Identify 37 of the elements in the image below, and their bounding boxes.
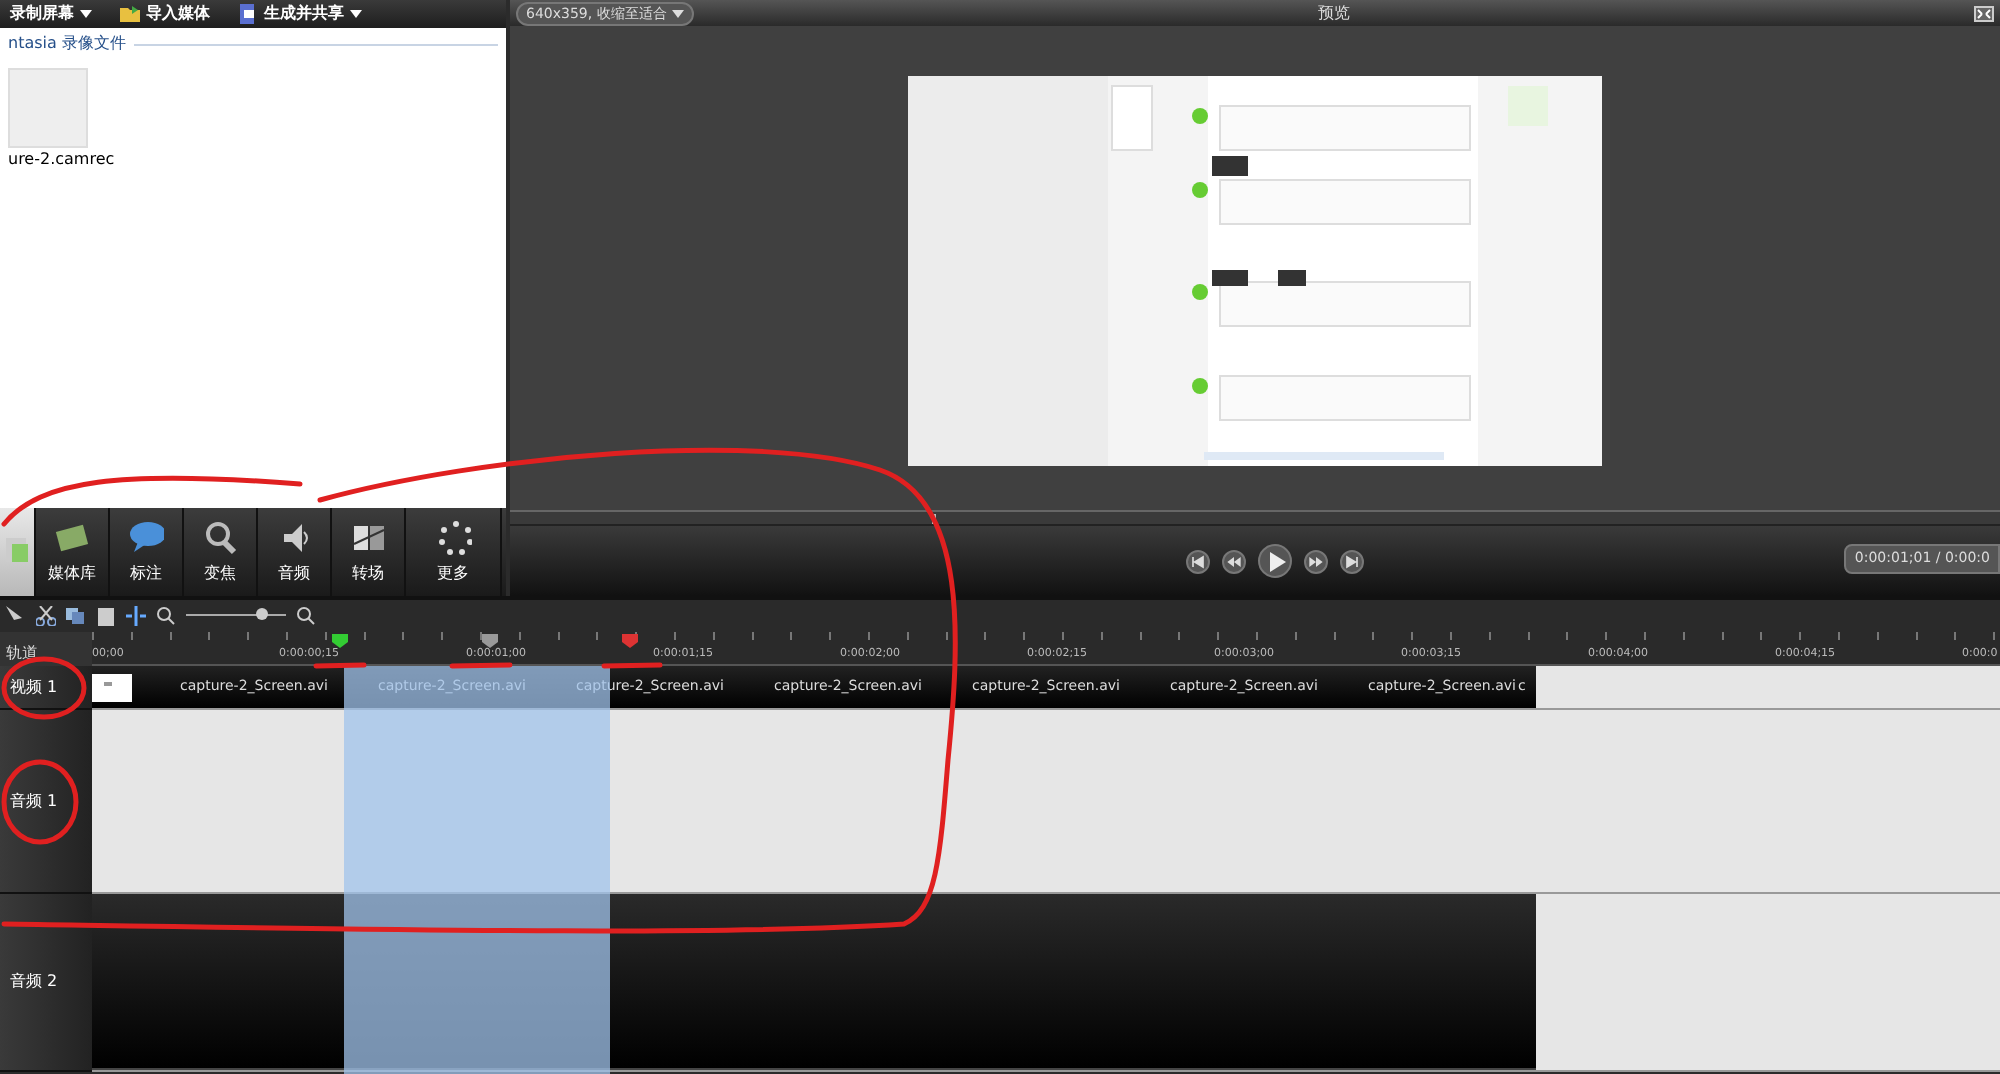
track-name: 音频 1	[0, 710, 92, 894]
fast-forward-button[interactable]	[1304, 549, 1328, 573]
speech-bubble-icon	[128, 519, 164, 555]
annotation-underline	[448, 662, 514, 670]
magnifier-icon	[202, 519, 238, 555]
track-name: 音频 2	[0, 894, 92, 1072]
group-title: ntasia 录像文件	[8, 32, 126, 56]
toolbar-button[interactable]: 导入媒体	[114, 2, 216, 26]
cursor-icon	[6, 606, 26, 626]
task-tab[interactable]	[0, 508, 36, 596]
split-icon	[126, 606, 146, 626]
clip-thumbnail	[92, 673, 132, 701]
zoom-in-icon	[296, 606, 316, 626]
preview-title: 预览	[1317, 1, 1350, 25]
fullscreen-icon	[1973, 5, 1994, 21]
document-icon	[238, 4, 258, 24]
play-button[interactable]	[1258, 544, 1292, 578]
zoom-out-icon	[156, 606, 176, 626]
paste-icon	[96, 606, 116, 626]
file-name[interactable]: ure-2.camrec	[8, 148, 128, 172]
skip-back-button[interactable]	[1186, 549, 1210, 573]
scrubber-track[interactable]	[510, 510, 2000, 526]
dots-icon	[435, 519, 471, 555]
copy-icon	[66, 606, 86, 626]
annotation-underline	[312, 662, 368, 670]
skip-forward-button[interactable]	[1340, 549, 1364, 573]
toolbar-button[interactable]: 录制屏幕	[4, 2, 98, 26]
annotation-underline	[600, 662, 664, 670]
rewind-button[interactable]	[1222, 549, 1246, 573]
scrubber-thumb[interactable]	[931, 514, 936, 524]
annotation-circle	[0, 656, 92, 720]
zoom-slider-thumb[interactable]	[255, 608, 267, 620]
annotation-circle	[0, 758, 84, 846]
scissors-icon	[36, 606, 56, 626]
toolbar-button[interactable]: 生成并共享	[232, 2, 368, 26]
file-thumbnail[interactable]	[8, 68, 88, 148]
caret-icon	[671, 9, 684, 18]
